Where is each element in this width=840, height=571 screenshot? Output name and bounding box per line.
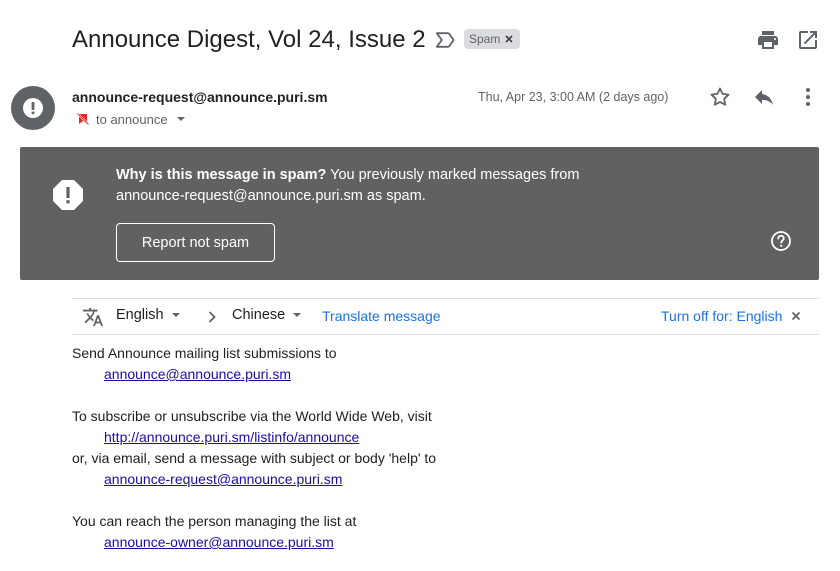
- exclamation-icon: [23, 98, 43, 118]
- message-body: Send Announce mailing list submissions t…: [72, 343, 436, 553]
- chevron-down-icon: [293, 313, 302, 317]
- print-icon[interactable]: [756, 28, 780, 52]
- chevron-right-icon: [202, 307, 222, 327]
- translate-bar: English Chinese Translate message Turn o…: [72, 298, 819, 335]
- label-outline-icon[interactable]: [432, 28, 456, 52]
- chevron-down-icon[interactable]: [174, 112, 188, 126]
- translate-message-link[interactable]: Translate message: [322, 308, 441, 324]
- body-line: or, via email, send a message with subje…: [72, 450, 437, 466]
- body-line: Send Announce mailing list submissions t…: [72, 345, 337, 361]
- warning-exclamation-icon: [52, 179, 84, 211]
- body-line: You can reach the person managing the li…: [72, 513, 357, 529]
- email-subject: Announce Digest, Vol 24, Issue 2: [72, 26, 426, 53]
- email-link[interactable]: announce@announce.puri.sm: [104, 366, 291, 382]
- body-line: To subscribe or unsubscribe via the Worl…: [72, 408, 432, 424]
- email-link[interactable]: announce-owner@announce.puri.sm: [104, 534, 334, 550]
- source-language-select[interactable]: English: [116, 307, 182, 323]
- reply-icon[interactable]: [752, 85, 776, 109]
- chevron-down-icon: [171, 313, 180, 317]
- remove-label-icon[interactable]: [502, 32, 516, 46]
- source-language-label: English: [116, 307, 164, 323]
- spam-warning-banner: Why is this message in spam? You previou…: [20, 147, 819, 280]
- recipients-row[interactable]: to announce: [76, 110, 188, 128]
- sender-email[interactable]: announce-request@announce.puri.sm: [72, 89, 328, 105]
- report-not-spam-button[interactable]: Report not spam: [116, 223, 275, 262]
- spam-label-text: Spam: [469, 32, 501, 46]
- target-language-label: Chinese: [232, 307, 286, 323]
- spam-explanation-title: Why is this message in spam?: [116, 167, 327, 183]
- more-vert-icon[interactable]: [796, 85, 820, 109]
- turn-off-translation-link[interactable]: Turn off for: English: [661, 308, 782, 324]
- listinfo-link[interactable]: http://announce.puri.sm/listinfo/announc…: [104, 429, 359, 445]
- spam-explanation: Why is this message in spam? You previou…: [116, 165, 636, 207]
- translate-icon: [82, 306, 104, 328]
- message-date: Thu, Apr 23, 3:00 AM (2 days ago): [478, 90, 669, 104]
- recipients-text: to announce: [96, 111, 168, 127]
- email-link[interactable]: announce-request@announce.puri.sm: [104, 471, 342, 487]
- target-language-select[interactable]: Chinese: [232, 307, 303, 323]
- close-icon[interactable]: [789, 309, 803, 323]
- important-off-icon: [76, 112, 90, 126]
- help-icon[interactable]: [770, 230, 792, 252]
- open-in-new-window-icon[interactable]: [796, 28, 820, 52]
- sender-avatar[interactable]: [11, 86, 55, 130]
- spam-label-chip[interactable]: Spam: [464, 29, 521, 49]
- star-icon[interactable]: [708, 85, 732, 109]
